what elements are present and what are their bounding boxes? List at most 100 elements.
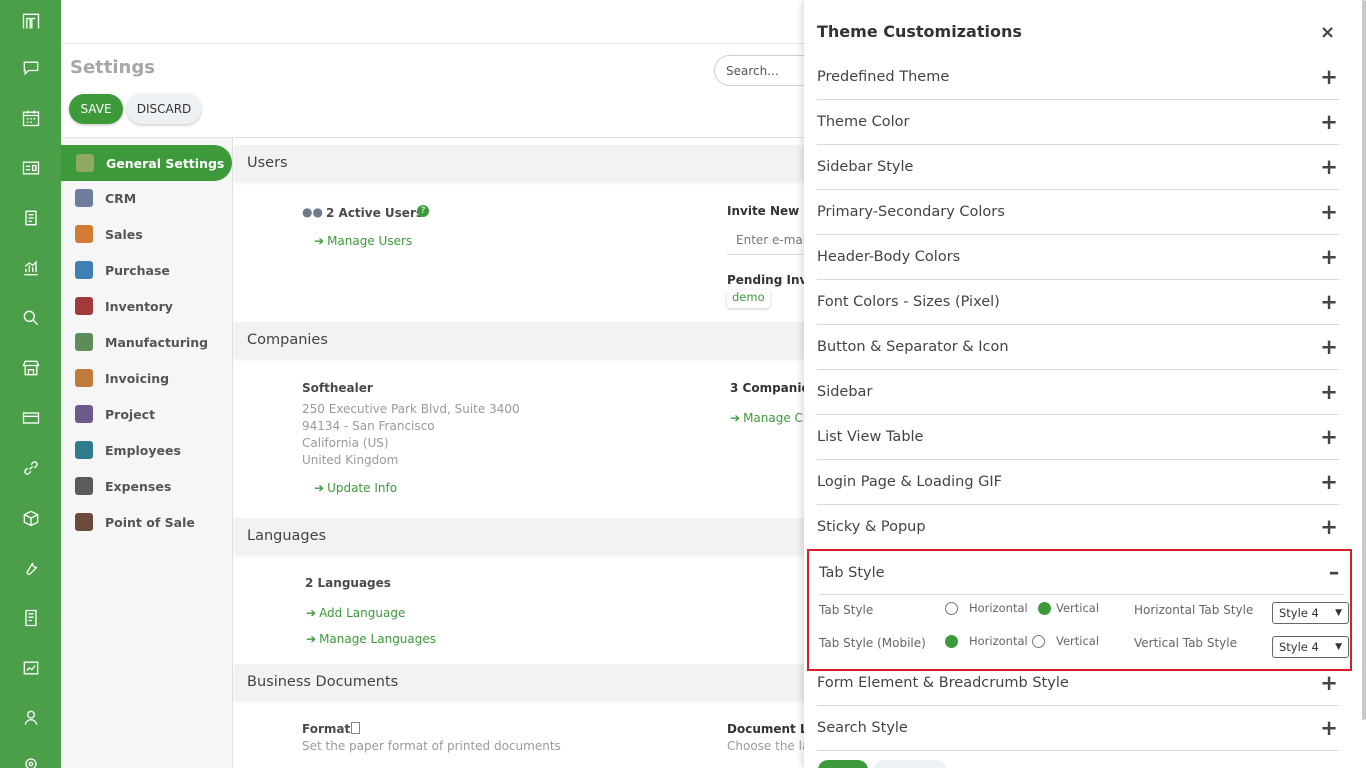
plus-icon[interactable]: +	[1319, 156, 1339, 178]
settings-gear-icon[interactable]	[19, 752, 43, 768]
wrench-icon[interactable]	[19, 556, 43, 580]
plus-icon[interactable]: +	[1319, 471, 1339, 493]
chevron-down-icon: ▼	[1335, 642, 1342, 652]
app-logo-icon[interactable]	[19, 9, 43, 33]
accordion-label: Predefined Theme	[817, 69, 950, 85]
minus-icon[interactable]: –	[1324, 562, 1344, 583]
tab-style-mobile-vertical-radio[interactable]	[1032, 635, 1045, 648]
app-item-sales[interactable]: Sales	[75, 223, 143, 245]
panel-reset-button[interactable]	[874, 760, 946, 768]
help-question-icon[interactable]: ?	[417, 205, 429, 217]
search-icon[interactable]	[19, 306, 43, 330]
plus-icon[interactable]: +	[1319, 426, 1339, 448]
horizontal-option-label: Horizontal	[969, 601, 1028, 615]
format-label: Format	[302, 722, 351, 736]
close-icon[interactable]: ×	[1320, 22, 1335, 43]
store-icon[interactable]	[19, 356, 43, 380]
app-item-crm[interactable]: CRM	[75, 187, 136, 209]
update-info-link[interactable]: ➔ Update Info	[314, 481, 397, 495]
sales-chart-icon[interactable]	[19, 256, 43, 280]
plus-icon[interactable]: +	[1319, 201, 1339, 223]
discuss-chat-icon[interactable]	[19, 56, 43, 80]
main-navigation-rail	[0, 0, 61, 768]
vertical-tab-style-select[interactable]: Style 4 ▼	[1272, 636, 1349, 658]
update-info-label: Update Info	[327, 481, 398, 495]
manage-companies-link[interactable]: ➔ Manage C	[730, 411, 803, 425]
accordion-search-style[interactable]: Search Style +	[817, 706, 1339, 751]
manage-users-link[interactable]: ➔ Manage Users	[314, 234, 412, 248]
accordion-sidebar-style[interactable]: Sidebar Style +	[817, 145, 1339, 190]
discard-button[interactable]: DISCARD	[127, 94, 201, 124]
save-button[interactable]: SAVE	[69, 94, 123, 124]
plus-icon[interactable]: +	[1319, 717, 1339, 739]
plus-icon[interactable]: +	[1319, 336, 1339, 358]
accordion-sidebar[interactable]: Sidebar +	[817, 370, 1339, 415]
tab-style-horizontal-radio[interactable]	[945, 602, 958, 615]
app-item-general-settings[interactable]: General Settings	[61, 145, 232, 181]
accordion-font-colors-sizes[interactable]: Font Colors - Sizes (Pixel) +	[817, 280, 1339, 325]
employees-user-icon[interactable]	[19, 706, 43, 730]
tab-style-header[interactable]: Tab Style –	[819, 551, 1344, 595]
accordion-button-separator-icon[interactable]: Button & Separator & Icon +	[817, 325, 1339, 370]
project-puzzle-icon	[75, 405, 93, 423]
app-item-invoicing[interactable]: Invoicing	[75, 367, 169, 389]
panel-apply-button[interactable]	[818, 760, 868, 768]
app-item-project[interactable]: Project	[75, 403, 155, 425]
arrow-right-icon: ➔	[306, 606, 317, 620]
app-item-purchase[interactable]: Purchase	[75, 259, 170, 281]
app-item-expenses[interactable]: Expenses	[75, 475, 171, 497]
accordion-sticky-popup[interactable]: Sticky & Popup +	[817, 505, 1339, 550]
arrow-right-icon: ➔	[314, 481, 325, 495]
inventory-box-icon[interactable]	[19, 506, 43, 530]
sales-chart-icon	[75, 225, 93, 243]
plus-icon[interactable]: +	[1319, 516, 1339, 538]
app-item-manufacturing[interactable]: Manufacturing	[75, 331, 208, 353]
accordion-predefined-theme[interactable]: Predefined Theme +	[817, 55, 1339, 100]
app-item-label: Sales	[105, 226, 143, 242]
app-item-employees[interactable]: Employees	[75, 439, 181, 461]
pending-user-badge[interactable]: demo	[727, 290, 770, 308]
horizontal-option-label: Horizontal	[969, 634, 1028, 648]
plus-icon[interactable]: +	[1319, 66, 1339, 88]
manage-languages-link[interactable]: ➔ Manage Languages	[306, 632, 436, 646]
companies-section-heading: Companies	[234, 322, 824, 358]
plus-icon[interactable]: +	[1319, 246, 1339, 268]
accordion-header-body-colors[interactable]: Header-Body Colors +	[817, 235, 1339, 280]
manage-companies-label: Manage C	[743, 411, 803, 425]
accordion-label: Header-Body Colors	[817, 249, 961, 265]
accordion-label: Sidebar Style	[817, 159, 914, 175]
calendar-icon[interactable]	[19, 106, 43, 130]
accordion-primary-secondary-colors[interactable]: Primary-Secondary Colors +	[817, 190, 1339, 235]
accordion-theme-color[interactable]: Theme Color +	[817, 100, 1339, 145]
crm-handshake-icon[interactable]	[19, 206, 43, 230]
app-item-inventory[interactable]: Inventory	[75, 295, 173, 317]
plus-icon[interactable]: +	[1319, 672, 1339, 694]
accordion-label: Tab Style	[819, 564, 885, 581]
link-icon[interactable]	[19, 456, 43, 480]
contacts-card-icon[interactable]	[19, 156, 43, 180]
horizontal-tab-style-select[interactable]: Style 4 ▼	[1272, 602, 1349, 624]
plus-icon[interactable]: +	[1319, 381, 1339, 403]
tab-style-mobile-horizontal-radio[interactable]	[945, 635, 958, 648]
expenses-user-icon	[75, 477, 93, 495]
plus-icon[interactable]: +	[1319, 291, 1339, 313]
tab-style-vertical-radio[interactable]	[1038, 602, 1051, 615]
accordion-form-element-breadcrumb-style[interactable]: Form Element & Breadcrumb Style +	[817, 661, 1339, 706]
accordion-list-view-table[interactable]: List View Table +	[817, 415, 1339, 460]
manage-users-label: Manage Users	[327, 234, 413, 248]
add-language-link[interactable]: ➔ Add Language	[306, 606, 405, 620]
arrow-right-icon: ➔	[306, 632, 317, 646]
accordion-login-page-loading-gif[interactable]: Login Page & Loading GIF +	[817, 460, 1339, 505]
plus-icon[interactable]: +	[1319, 111, 1339, 133]
users-section-heading: Users	[234, 145, 824, 181]
accordion-label: Sticky & Popup	[817, 519, 926, 535]
vertical-option-label: Vertical	[1056, 601, 1100, 615]
report-icon[interactable]	[19, 656, 43, 680]
invoice-icon[interactable]	[19, 606, 43, 630]
panel-scrollbar[interactable]	[1362, 0, 1366, 720]
business-documents-section-heading: Business Documents	[234, 664, 824, 700]
app-item-point-of-sale[interactable]: Point of Sale	[75, 511, 195, 533]
credit-card-icon[interactable]	[19, 406, 43, 430]
panel-title: Theme Customizations	[817, 22, 1022, 41]
tab-style-mobile-label: Tab Style (Mobile)	[819, 636, 926, 650]
